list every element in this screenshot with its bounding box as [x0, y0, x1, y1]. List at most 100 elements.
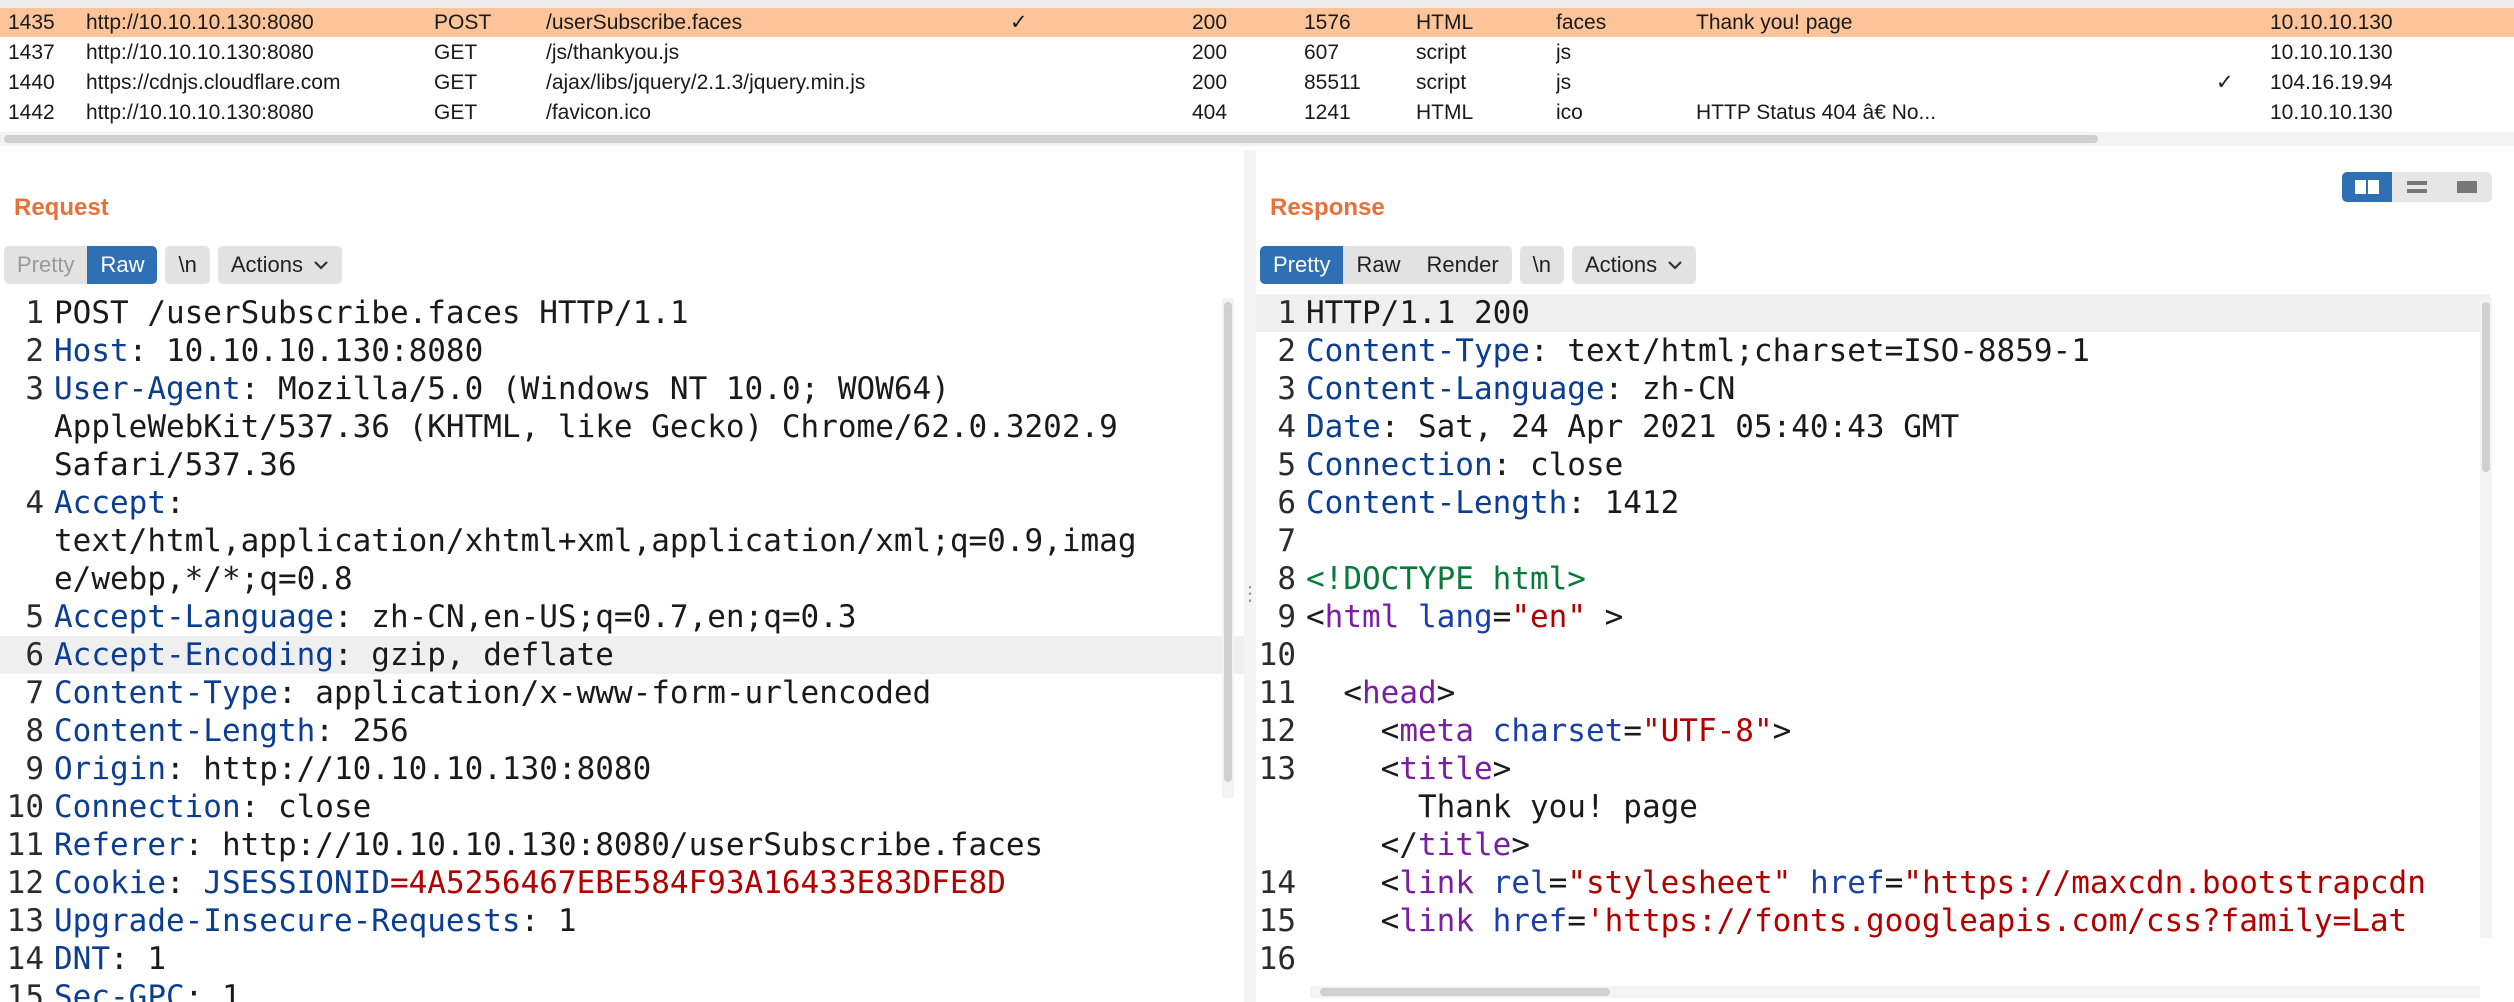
- cell-host: http://10.10.10.130:8080: [86, 101, 314, 124]
- cell-ip: 10.10.10.130: [2270, 11, 2393, 34]
- request-panel: Request Pretty Raw \n Actions 1 POST /use…: [0, 150, 1244, 1002]
- response-view-tabs: Pretty Raw Render: [1260, 246, 1512, 284]
- cell-id: 1442: [8, 101, 55, 124]
- newline-toggle-button[interactable]: \n: [165, 246, 210, 284]
- cell-method: GET: [434, 71, 478, 94]
- cell-method: GET: [434, 41, 478, 64]
- cell-params-check: ✓: [1010, 11, 1028, 34]
- history-horizontal-scrollbar[interactable]: [0, 132, 2514, 146]
- code-line: 3 User-Agent: Mozilla/5.0 (Windows NT 10.…: [25, 371, 950, 407]
- cell-length: 1241: [1304, 101, 1351, 124]
- cell-title: Thank you! page: [1696, 11, 1853, 34]
- code-line-wrap: Safari/537.36: [54, 447, 297, 483]
- code-line: 13 <title>: [1258, 751, 1512, 787]
- cell-status: 404: [1192, 101, 1228, 124]
- cell-id: 1437: [8, 41, 55, 64]
- code-line: 5 Connection: close: [1277, 447, 1624, 483]
- code-line: 14 <link rel="stylesheet" href="https://…: [1258, 865, 2426, 901]
- layout-toggle-group: [2342, 172, 2492, 202]
- cell-extension: ico: [1556, 101, 1583, 124]
- actions-label: Actions: [230, 252, 303, 277]
- cell-length: 85511: [1304, 71, 1361, 94]
- code-line-current: 1 HTTP/1.1 200: [1256, 294, 2490, 332]
- code-line: 7: [1277, 523, 1296, 559]
- code-line: 10 Connection: close: [6, 789, 372, 825]
- cell-ip: 10.10.10.130: [2270, 101, 2393, 124]
- code-line: 12 <meta charset="UTF-8">: [1258, 713, 1792, 749]
- tab-render[interactable]: Render: [1413, 246, 1511, 284]
- response-title: Response: [1270, 194, 1385, 221]
- split-vertical-layout-button[interactable]: [2392, 172, 2442, 202]
- table-row[interactable]: 1437 http://10.10.10.130:8080 GET /js/th…: [0, 38, 2514, 67]
- code-line: 7 Content-Type: application/x-www-form-ur…: [25, 675, 932, 711]
- code-line: 11 Referer: http://10.10.10.130:8080/user…: [6, 827, 1044, 863]
- columns-icon: [2355, 180, 2379, 194]
- table-row[interactable]: 1440 https://cdnjs.cloudflare.com GET /a…: [0, 68, 2514, 97]
- cell-url: /ajax/libs/jquery/2.1.3/jquery.min.js: [546, 71, 866, 94]
- cell-mime: HTML: [1416, 101, 1474, 124]
- code-line-wrap: text/html,application/xhtml+xml,applicat…: [54, 523, 1137, 559]
- code-line: 11 <head>: [1258, 675, 1456, 711]
- response-horizontal-scrollbar[interactable]: [1310, 986, 2480, 998]
- cell-mime: HTML: [1416, 11, 1474, 34]
- tab-pretty[interactable]: Pretty: [4, 246, 87, 284]
- cell-length: 1576: [1304, 11, 1351, 34]
- code-line-current: 6 Accept-Encoding: gzip, deflate: [0, 636, 1244, 674]
- response-editor[interactable]: 1 HTTP/1.1 200 2 Content-Type: text/html;c…: [1256, 294, 2490, 1002]
- code-line: 8 <!DOCTYPE html>: [1277, 561, 1586, 597]
- newline-toggle-button[interactable]: \n: [1519, 246, 1564, 284]
- tab-raw[interactable]: Raw: [87, 246, 158, 284]
- code-line: 15 <link href='https://fonts.googleapis.…: [1258, 903, 2408, 939]
- cell-status: 200: [1192, 71, 1228, 94]
- actions-dropdown[interactable]: Actions: [217, 246, 342, 284]
- cell-method: POST: [434, 11, 492, 34]
- code-line-cookie: 12 Cookie: JSESSIONID=4A5256467EBE584F93A…: [6, 865, 1006, 901]
- request-editor[interactable]: 1 POST /userSubscribe.faces HTTP/1.1 2 Hos…: [0, 294, 1244, 1002]
- request-toolbar: Pretty Raw \n Actions: [4, 246, 342, 284]
- code-line: 2 Content-Type: text/html;charset=ISO-885…: [1277, 333, 2090, 369]
- code-line: 6 Content-Length: 1412: [1277, 485, 1680, 521]
- scrollbar-thumb[interactable]: [1320, 988, 1610, 996]
- response-vertical-scrollbar[interactable]: [2480, 298, 2492, 938]
- code-line-wrap: AppleWebKit/537.36 (KHTML, like Gecko) C…: [54, 409, 1118, 445]
- code-line: 9 <html lang="en" >: [1277, 599, 1624, 635]
- request-title: Request: [14, 194, 109, 221]
- single-pane-icon: [2457, 181, 2477, 193]
- panel-divider[interactable]: [1244, 150, 1256, 1002]
- table-row[interactable]: 1435 http://10.10.10.130:8080 POST /user…: [0, 8, 2514, 37]
- cell-mime: script: [1416, 71, 1467, 94]
- request-vertical-scrollbar[interactable]: [1222, 298, 1234, 798]
- code-line: 10: [1258, 637, 1296, 673]
- table-row-partial[interactable]: [0, 0, 2514, 8]
- scrollbar-thumb[interactable]: [4, 135, 2098, 143]
- code-line: 14 DNT: 1: [6, 941, 166, 977]
- scrollbar-thumb[interactable]: [1224, 302, 1232, 782]
- cell-host: http://10.10.10.130:8080: [86, 41, 314, 64]
- tab-raw[interactable]: Raw: [1343, 246, 1413, 284]
- code-line: 16: [1258, 941, 1296, 977]
- cell-method: GET: [434, 101, 478, 124]
- code-line: 5 Accept-Language: zh-CN,en-US;q=0.7,en;q…: [25, 599, 857, 635]
- chevron-down-icon: [1668, 261, 1682, 270]
- response-toolbar: Pretty Raw Render \n Actions: [1260, 246, 1697, 284]
- code-line-wrap: </title>: [1306, 827, 1530, 863]
- split-horizontal-layout-button[interactable]: [2342, 172, 2392, 202]
- tabs-layout-button[interactable]: [2442, 172, 2492, 202]
- cell-url: /userSubscribe.faces: [546, 11, 743, 34]
- request-view-tabs: Pretty Raw: [4, 246, 158, 284]
- cell-url: /js/thankyou.js: [546, 41, 680, 64]
- code-line: 13 Upgrade-Insecure-Requests: 1: [6, 903, 577, 939]
- cell-ip: 104.16.19.94: [2270, 71, 2393, 94]
- actions-dropdown[interactable]: Actions: [1572, 246, 1697, 284]
- cell-ssl: ✓: [2216, 71, 2234, 94]
- cell-status: 200: [1192, 11, 1228, 34]
- scrollbar-thumb[interactable]: [2482, 302, 2490, 472]
- table-row[interactable]: 1442 http://10.10.10.130:8080 GET /favic…: [0, 98, 2514, 127]
- chevron-down-icon: [314, 261, 328, 270]
- cell-host: https://cdnjs.cloudflare.com: [86, 71, 341, 94]
- cell-ip: 10.10.10.130: [2270, 41, 2393, 64]
- code-line: 9 Origin: http://10.10.10.130:8080: [25, 751, 652, 787]
- tab-pretty[interactable]: Pretty: [1260, 246, 1344, 284]
- code-line: 3 Content-Language: zh-CN: [1277, 371, 1736, 407]
- cell-url: /favicon.ico: [546, 101, 652, 124]
